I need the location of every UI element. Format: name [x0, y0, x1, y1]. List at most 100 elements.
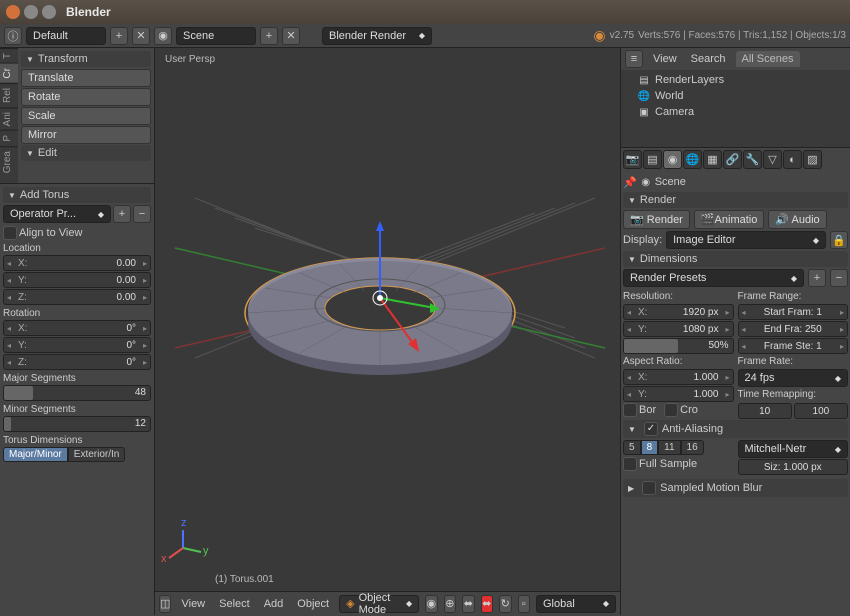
crop-checkbox[interactable] [664, 403, 678, 417]
res-percentage-slider[interactable]: 50% [623, 338, 734, 354]
full-sample-checkbox[interactable] [623, 457, 637, 471]
render-panel-header[interactable]: ▼Render [623, 192, 848, 208]
aa-size-field[interactable]: Siz: 1.000 px [738, 459, 849, 475]
dim-mode-exterior-interior[interactable]: Exterior/In [68, 447, 126, 462]
location-y-field[interactable]: ◂Y:0.00▸ [3, 272, 151, 288]
animation-button[interactable]: 🎬Animatio [694, 210, 765, 229]
scene-icon[interactable]: ◉ [154, 27, 172, 45]
rotation-x-field[interactable]: ◂X:0°▸ [3, 320, 151, 336]
transform-panel-header[interactable]: ▼Transform [21, 51, 151, 67]
window-close[interactable] [6, 5, 20, 19]
window-minimize[interactable] [24, 5, 38, 19]
start-frame-field[interactable]: ◂Start Fram: 1▸ [738, 304, 849, 320]
menu-select[interactable]: Select [215, 598, 254, 610]
mode-select[interactable]: ◈Object Mode◆ [339, 595, 419, 613]
aa-16[interactable]: 16 [681, 440, 704, 455]
pin-icon[interactable]: 📌 [623, 176, 637, 189]
add-render-preset[interactable]: + [808, 269, 826, 287]
end-frame-field[interactable]: ◂End Fra: 250▸ [738, 321, 849, 337]
delete-layout-button[interactable]: ✕ [132, 27, 150, 45]
outliner-search-menu[interactable]: Search [687, 53, 730, 65]
orientation-select[interactable]: Global◆ [536, 595, 616, 613]
outliner-item-renderlayers[interactable]: ▤RenderLayers [623, 72, 848, 88]
motion-blur-panel-header[interactable]: ▶Sampled Motion Blur [623, 479, 848, 497]
res-y-field[interactable]: ◂Y:1080 px▸ [623, 321, 734, 337]
dim-mode-major-minor[interactable]: Major/Minor [3, 447, 68, 462]
editor-type-viewport[interactable]: ◫ [159, 595, 171, 613]
3d-viewport[interactable]: User Persp [155, 48, 620, 615]
tab-relations[interactable]: Rel [0, 83, 18, 107]
tab-physics[interactable]: P [0, 130, 18, 146]
res-x-field[interactable]: ◂X:1920 px▸ [623, 304, 734, 320]
manipulator-scale[interactable]: ▫ [518, 595, 530, 613]
remove-render-preset[interactable]: − [830, 269, 848, 287]
remap-new-field[interactable]: 100 [794, 403, 848, 419]
operator-panel-header[interactable]: ▼Add Torus [3, 187, 151, 203]
ptab-world[interactable]: 🌐 [683, 150, 702, 169]
align-to-view-checkbox[interactable] [3, 226, 17, 240]
remove-preset-button[interactable]: − [133, 205, 151, 223]
remap-old-field[interactable]: 10 [738, 403, 792, 419]
antialiasing-panel-header[interactable]: ▼Anti-Aliasing [623, 420, 848, 438]
add-layout-button[interactable]: + [110, 27, 128, 45]
menu-object[interactable]: Object [293, 598, 333, 610]
edit-panel-header[interactable]: ▼Edit [21, 145, 151, 161]
ptab-scene[interactable]: ◉ [663, 150, 682, 169]
outliner-mode-select[interactable]: All Scenes [736, 51, 800, 67]
scale-button[interactable]: Scale [21, 107, 151, 125]
operator-preset-select[interactable]: Operator Pr...◆ [3, 205, 111, 223]
tab-grease[interactable]: Grea [0, 146, 18, 177]
window-maximize[interactable] [42, 5, 56, 19]
border-checkbox[interactable] [623, 403, 637, 417]
aa-filter-select[interactable]: Mitchell-Netr◆ [738, 440, 849, 458]
add-scene-button[interactable]: + [260, 27, 278, 45]
translate-button[interactable]: Translate [21, 69, 151, 87]
outliner-editor-icon[interactable]: ≡ [625, 50, 643, 68]
outliner-view-menu[interactable]: View [649, 53, 681, 65]
ptab-constraints[interactable]: 🔗 [723, 150, 742, 169]
ptab-object[interactable]: ▦ [703, 150, 722, 169]
menu-view[interactable]: View [177, 598, 209, 610]
rotate-button[interactable]: Rotate [21, 88, 151, 106]
aspect-x-field[interactable]: ◂X:1.000▸ [623, 369, 734, 385]
audio-button[interactable]: 🔊 Audio [768, 210, 826, 229]
ptab-modifiers[interactable]: 🔧 [743, 150, 762, 169]
rotation-z-field[interactable]: ◂Z:0°▸ [3, 354, 151, 370]
motion-blur-checkbox[interactable] [642, 481, 656, 495]
menu-add[interactable]: Add [260, 598, 288, 610]
ptab-material[interactable]: ◐ [783, 150, 802, 169]
tab-create[interactable]: Cr [0, 63, 18, 83]
manipulator-toggle[interactable]: ⬌ [462, 595, 474, 613]
editor-type-icon[interactable]: ⓘ [4, 27, 22, 45]
scene-select[interactable]: Scene [176, 27, 256, 45]
aa-8[interactable]: 8 [641, 440, 659, 455]
outliner-item-world[interactable]: 🌐World [623, 88, 848, 104]
frame-step-field[interactable]: ◂Frame Ste: 1▸ [738, 338, 849, 354]
ptab-data[interactable]: ▽ [763, 150, 782, 169]
location-x-field[interactable]: ◂X:0.00▸ [3, 255, 151, 271]
render-button[interactable]: 📷 Render [623, 210, 690, 229]
display-select[interactable]: Image Editor◆ [666, 231, 826, 249]
location-z-field[interactable]: ◂Z:0.00▸ [3, 289, 151, 305]
ptab-texture[interactable]: ▨ [803, 150, 822, 169]
major-segments-slider[interactable]: 48 [3, 385, 151, 401]
aa-11[interactable]: 11 [658, 440, 680, 455]
manipulator-translate[interactable]: ⬌ [481, 595, 493, 613]
render-engine-select[interactable]: Blender Render◆ [322, 27, 432, 45]
shading-solid-icon[interactable]: ◉ [425, 595, 437, 613]
pivot-icon[interactable]: ⊕ [444, 595, 456, 613]
outliner-item-camera[interactable]: ▣Camera [623, 104, 848, 120]
add-preset-button[interactable]: + [113, 205, 131, 223]
lock-interface-icon[interactable]: 🔒 [830, 231, 848, 249]
mirror-button[interactable]: Mirror [21, 126, 151, 144]
minor-segments-slider[interactable]: 12 [3, 416, 151, 432]
screen-layout-select[interactable]: Default [26, 27, 106, 45]
ptab-render[interactable]: 📷 [623, 150, 642, 169]
antialiasing-checkbox[interactable] [644, 422, 658, 436]
aa-5[interactable]: 5 [623, 440, 641, 455]
manipulator-rotate[interactable]: ↻ [499, 595, 511, 613]
tab-tools[interactable]: T [0, 48, 18, 63]
delete-scene-button[interactable]: ✕ [282, 27, 300, 45]
tab-animation[interactable]: Ani [0, 107, 18, 130]
render-presets-select[interactable]: Render Presets◆ [623, 269, 804, 287]
